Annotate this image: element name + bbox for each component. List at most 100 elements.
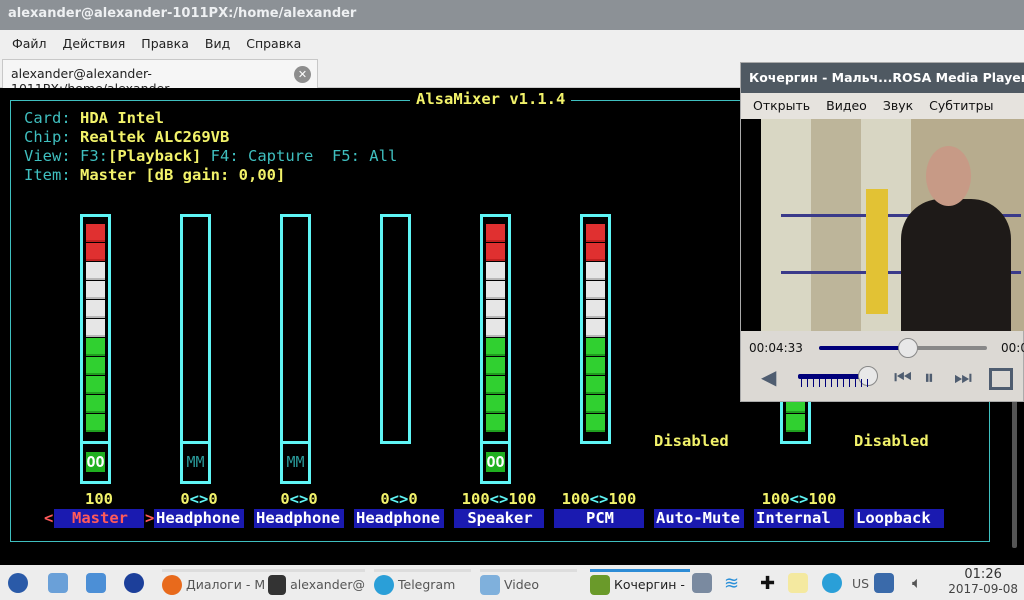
volume-segment xyxy=(86,319,105,337)
wifi-icon[interactable]: ≋ xyxy=(724,569,739,597)
clock[interactable]: 01:26 2017-09-08 xyxy=(948,567,1018,597)
volume-segment xyxy=(86,300,105,318)
previous-icon[interactable]: ⏮ xyxy=(894,365,912,389)
volume-bar[interactable] xyxy=(180,214,211,444)
man-in-suit xyxy=(901,199,1011,331)
volume-segment xyxy=(86,395,105,413)
chip-value: Realtek ALC269VB xyxy=(80,128,230,146)
left-value: 0 xyxy=(180,490,190,508)
control-label[interactable]: Headphone xyxy=(154,509,244,528)
menu-view[interactable]: Вид xyxy=(205,36,230,52)
control-label[interactable]: Master xyxy=(54,509,144,528)
volume-bar[interactable] xyxy=(480,214,511,444)
control-label[interactable]: Internal xyxy=(754,509,844,528)
item-value: Master [dB gain: 0,00] xyxy=(80,166,286,184)
volume-icon[interactable]: ◀ xyxy=(761,365,776,389)
menu-edit[interactable]: Правка xyxy=(141,36,189,52)
menu-help[interactable]: Справка xyxy=(246,36,301,52)
volume-tray-icon[interactable]: 🔈︎ xyxy=(912,569,922,597)
item-label: Item: xyxy=(24,166,71,184)
clock-date: 2017-09-08 xyxy=(948,582,1018,596)
volume-segment xyxy=(486,300,505,318)
left-value: 100 xyxy=(561,490,590,508)
volume-segment xyxy=(486,224,505,242)
task-telegram[interactable]: Telegram xyxy=(374,569,471,597)
left-value: 100 xyxy=(461,490,490,508)
corner-pad xyxy=(866,189,888,314)
control-label[interactable]: Headphone xyxy=(354,509,444,528)
control-label[interactable]: Headphone xyxy=(254,509,344,528)
volume-segment xyxy=(486,243,505,261)
volume-segment xyxy=(486,262,505,280)
volume-segment xyxy=(586,319,605,337)
control-label[interactable]: Auto-Mute xyxy=(654,509,744,528)
control-label[interactable]: Speaker xyxy=(454,509,544,528)
volume-value: 0<>0 xyxy=(280,490,318,508)
view-label: View: F3: xyxy=(24,147,108,165)
volume-bar[interactable] xyxy=(380,214,411,444)
network-manager-icon[interactable] xyxy=(692,569,716,597)
right-value: 100 xyxy=(808,490,837,508)
volume-segment xyxy=(86,243,105,261)
volume-bar[interactable] xyxy=(580,214,611,444)
task-video-folder[interactable]: Video xyxy=(480,569,577,597)
mute-state: OO xyxy=(486,452,505,472)
task-media-player[interactable]: Кочергин - xyxy=(590,569,690,597)
next-icon[interactable]: ⏭ xyxy=(954,365,972,389)
menu-actions[interactable]: Действия xyxy=(63,36,126,52)
volume-value: 100<>100 xyxy=(761,490,837,508)
video-frame[interactable] xyxy=(741,119,1024,331)
fullscreen-icon[interactable] xyxy=(989,368,1013,390)
volume-segment xyxy=(86,414,105,432)
menu-audio[interactable]: Звук xyxy=(883,98,913,114)
menu-bar: Файл Действия Правка Вид Справка xyxy=(0,30,1024,58)
keyboard-layout[interactable]: US xyxy=(852,569,869,597)
card-value: HDA Intel xyxy=(80,109,165,127)
power-icon[interactable]: ✚ xyxy=(760,569,775,597)
volume-value: 0<>0 xyxy=(380,490,418,508)
mute-toggle[interactable]: MM xyxy=(180,441,211,484)
editor-icon[interactable] xyxy=(86,569,110,597)
control-label[interactable]: PCM xyxy=(554,509,644,528)
view-options: F4: Capture F5: All xyxy=(201,147,398,165)
volume-segment xyxy=(86,262,105,280)
menu-subtitles[interactable]: Субтитры xyxy=(929,98,993,114)
mixer-title: AlsaMixer v1.1.4 xyxy=(410,90,572,108)
volume-value: 0<>0 xyxy=(180,490,218,508)
control-label[interactable]: Loopback xyxy=(854,509,944,528)
pause-icon[interactable]: ⏸ xyxy=(924,365,934,389)
browser-icon[interactable] xyxy=(124,569,148,597)
seek-handle[interactable] xyxy=(898,338,919,358)
clipboard-icon[interactable] xyxy=(788,569,812,597)
view-info: View: F3:[Playback] F4: Capture F5: All xyxy=(24,147,397,165)
item-info: Item: Master [dB gain: 0,00] xyxy=(24,166,285,184)
volume-segment xyxy=(586,338,605,356)
volume-segment xyxy=(586,376,605,394)
mute-toggle[interactable]: OO xyxy=(80,441,111,484)
mute-toggle[interactable]: MM xyxy=(280,441,311,484)
player-menu: Открыть Видео Звук Субтитры xyxy=(741,93,1024,119)
right-value: 0 xyxy=(308,490,318,508)
volume-bar[interactable] xyxy=(280,214,311,444)
task-label: Диалоги - M xyxy=(186,577,266,592)
menu-video[interactable]: Видео xyxy=(826,98,867,114)
menu-file[interactable]: Файл xyxy=(12,36,47,52)
right-value: 100 xyxy=(508,490,537,508)
volume-bar[interactable] xyxy=(80,214,111,444)
start-menu-icon[interactable] xyxy=(8,569,32,597)
volume-segment xyxy=(586,262,605,280)
control-disabled: Disabled xyxy=(854,432,929,450)
usb-drive-icon[interactable] xyxy=(874,569,898,597)
telegram-tray-icon[interactable] xyxy=(822,569,846,597)
media-player-window: Кочергин - Мальч...ROSA Media Player _ О… xyxy=(740,62,1024,402)
mute-toggle[interactable]: OO xyxy=(480,441,511,484)
seek-bar[interactable] xyxy=(819,338,987,358)
terminal-tab[interactable]: alexander@alexander-1011PX:/home/alexand… xyxy=(2,59,318,96)
menu-open[interactable]: Открыть xyxy=(753,98,810,114)
close-icon[interactable]: ✕ xyxy=(294,66,311,83)
left-value: 0 xyxy=(280,490,290,508)
task-terminal[interactable]: alexander@ xyxy=(268,569,365,597)
file-manager-icon[interactable] xyxy=(48,569,72,597)
view-selected: [Playback] xyxy=(108,147,202,165)
chip-label: Chip: xyxy=(24,128,71,146)
